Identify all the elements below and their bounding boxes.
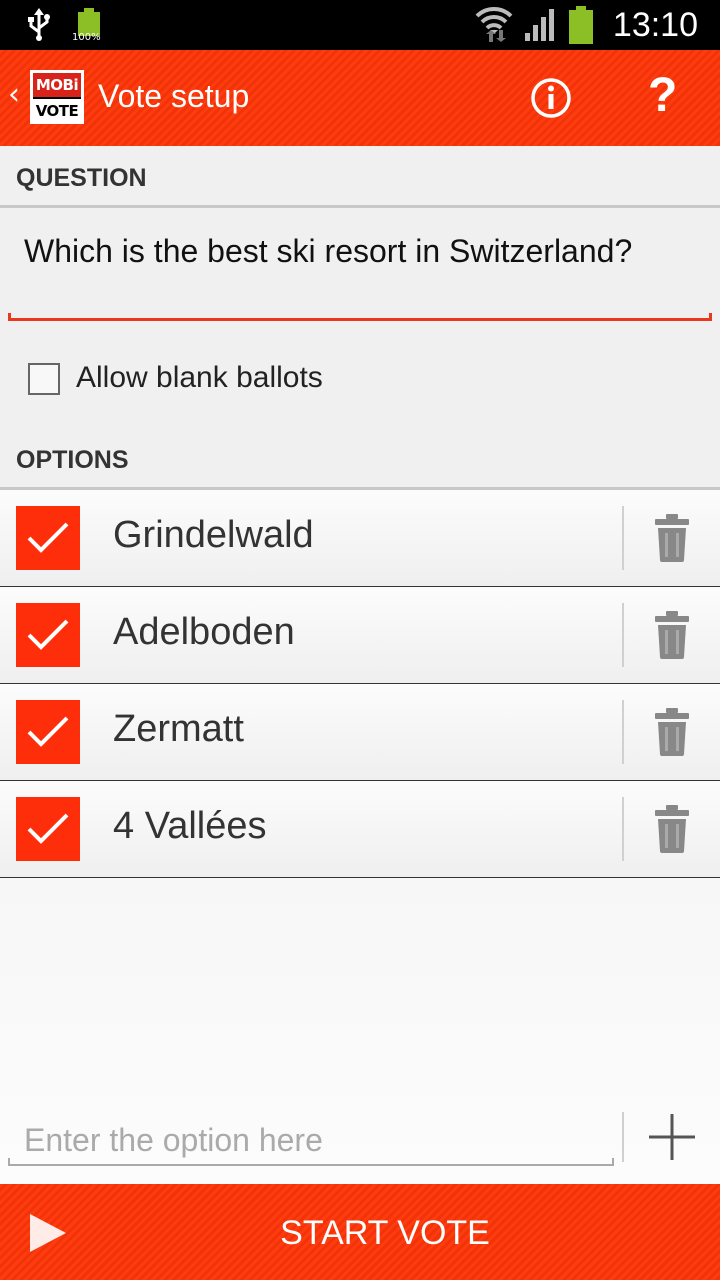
- option-divider: [622, 506, 624, 570]
- option-checkbox[interactable]: [16, 506, 80, 570]
- signal-icon: [523, 5, 559, 45]
- trash-icon: [655, 611, 689, 659]
- option-row: Adelboden: [0, 587, 720, 684]
- trash-icon: [655, 805, 689, 853]
- new-option-input[interactable]: [8, 1112, 614, 1168]
- option-row: Zermatt: [0, 684, 720, 781]
- trash-icon: [655, 514, 689, 562]
- logo-top-text: MOBi: [33, 73, 81, 97]
- option-divider: [622, 603, 624, 667]
- delete-option-button[interactable]: [655, 611, 689, 663]
- info-icon: [531, 78, 571, 118]
- action-bar: ‹ MOBi VOTE Vote setup ?: [0, 50, 720, 146]
- question-header-label: QUESTION: [16, 164, 147, 192]
- option-label: 4 Vallées: [113, 805, 267, 847]
- question-text[interactable]: Which is the best ski resort in Switzerl…: [24, 230, 684, 272]
- checkmark-icon: [27, 716, 69, 747]
- start-vote-label: START VOTE: [280, 1214, 490, 1252]
- delete-option-button[interactable]: [655, 708, 689, 760]
- start-vote-button[interactable]: START VOTE: [0, 1184, 720, 1280]
- back-chevron-icon[interactable]: ‹: [8, 80, 20, 110]
- status-bar: 100% 13:10: [0, 0, 720, 50]
- plus-icon: [649, 1114, 695, 1160]
- option-checkbox[interactable]: [16, 603, 80, 667]
- allow-blank-ballots-label: Allow blank ballots: [76, 361, 323, 394]
- checkmark-icon: [27, 813, 69, 844]
- add-divider: [622, 1112, 624, 1162]
- clock: 13:10: [612, 5, 698, 44]
- logo-bottom-text: VOTE: [33, 97, 81, 121]
- help-button[interactable]: ?: [648, 72, 677, 120]
- trash-icon: [655, 708, 689, 756]
- option-row: 4 Vallées: [0, 781, 720, 878]
- question-field[interactable]: Which is the best ski resort in Switzerl…: [0, 210, 720, 326]
- usb-icon: [26, 8, 52, 42]
- option-row: Grindelwald: [0, 490, 720, 587]
- app-logo[interactable]: MOBi VOTE: [30, 70, 84, 124]
- options-list: Grindelwald Adelboden Zermatt 4 Vallées: [0, 490, 720, 878]
- question-underline: [8, 313, 712, 321]
- question-section-header: QUESTION: [0, 146, 720, 208]
- allow-blank-ballots-row[interactable]: Allow blank ballots: [0, 344, 720, 414]
- allow-blank-ballots-checkbox[interactable]: [28, 363, 60, 395]
- option-divider: [622, 700, 624, 764]
- option-checkbox[interactable]: [16, 797, 80, 861]
- option-divider: [622, 797, 624, 861]
- info-button[interactable]: [530, 77, 572, 119]
- wifi-icon: [475, 4, 513, 46]
- checkmark-icon: [27, 522, 69, 553]
- option-checkbox[interactable]: [16, 700, 80, 764]
- options-header-label: OPTIONS: [16, 446, 129, 474]
- add-option-button[interactable]: [647, 1112, 697, 1162]
- new-option-field[interactable]: [8, 1112, 614, 1168]
- battery-charging-icon: 100%: [72, 8, 104, 43]
- options-section-header: OPTIONS: [0, 428, 720, 490]
- option-label: Grindelwald: [113, 514, 314, 556]
- new-option-underline: [8, 1158, 614, 1166]
- battery-icon: [568, 6, 593, 44]
- option-label: Zermatt: [113, 708, 244, 750]
- delete-option-button[interactable]: [655, 514, 689, 566]
- page-title: Vote setup: [98, 78, 250, 114]
- battery-percent-label: 100%: [72, 32, 101, 43]
- delete-option-button[interactable]: [655, 805, 689, 857]
- option-label: Adelboden: [113, 611, 295, 653]
- checkmark-icon: [27, 619, 69, 650]
